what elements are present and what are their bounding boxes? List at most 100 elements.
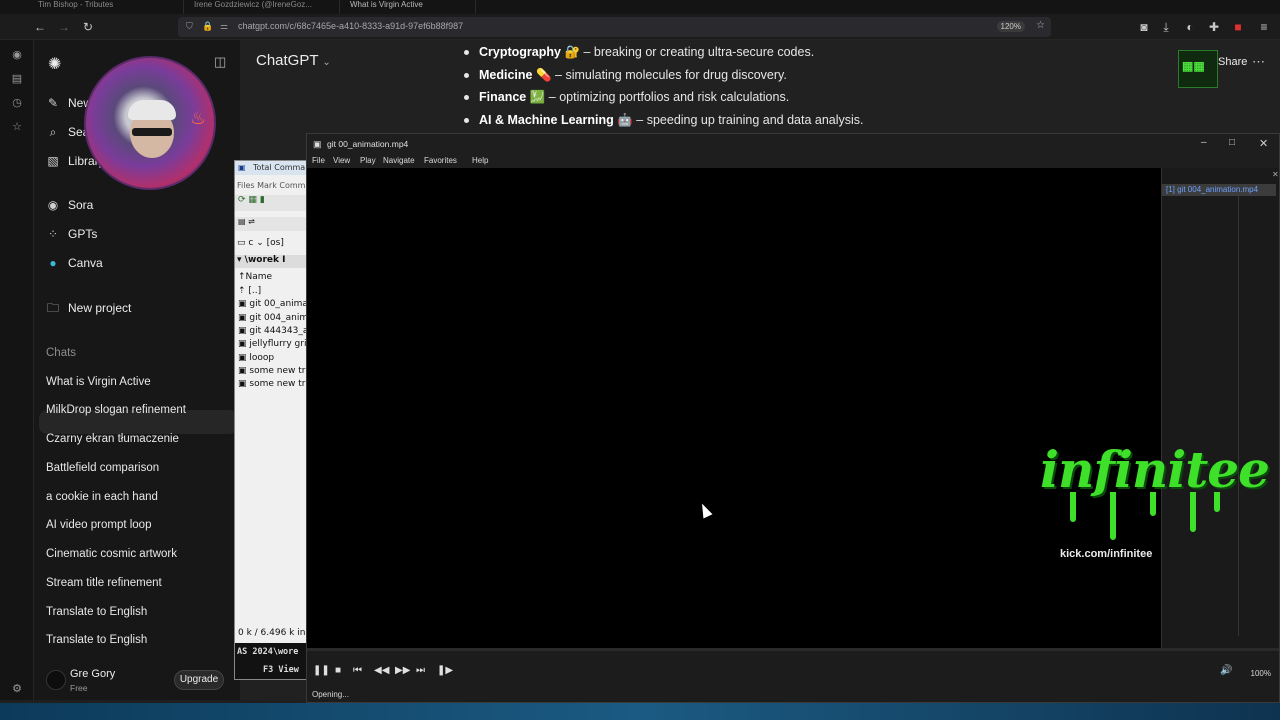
chat-item[interactable]: Czarny ekran tłumaczenie <box>46 433 179 445</box>
canva-icon: ● <box>49 256 57 270</box>
zip-icon[interactable]: ▮ <box>260 195 265 205</box>
tc-column-header[interactable]: ↑Name <box>238 272 272 282</box>
save-icon[interactable]: ▤ <box>10 72 24 86</box>
lock-icon[interactable]: 🔒 <box>202 21 213 32</box>
tc-path[interactable]: ▾ \worek I <box>235 255 307 268</box>
ftp-icon[interactable]: ⇌ <box>248 217 255 226</box>
tc-file-row[interactable]: ▣ jellyflurry gri <box>238 339 306 349</box>
minimize-icon[interactable]: – <box>1201 137 1207 148</box>
tc-menu-item[interactable]: Comm <box>279 181 305 190</box>
toggle-sidebar-icon[interactable]: ◫ <box>214 54 226 70</box>
rewind-icon[interactable]: ◀◀ <box>374 665 389 676</box>
tc-file-row[interactable]: ▣ some new tr <box>238 379 305 389</box>
volume-icon[interactable]: 🔊 <box>1220 665 1232 676</box>
view-icon[interactable]: ▦ <box>248 195 257 205</box>
shield-icon[interactable]: ⛉ <box>186 21 193 32</box>
nav-sora[interactable]: ◉ Sora <box>46 195 94 215</box>
browser-tab-active[interactable]: What is Virgin Active <box>346 0 476 14</box>
bookmark-icon[interactable]: ☆ <box>10 120 24 134</box>
gift-icon[interactable]: ■ <box>1230 19 1246 35</box>
back-icon[interactable]: ← <box>32 19 48 35</box>
refresh-icon[interactable]: ⟳ <box>238 195 246 205</box>
chat-item[interactable]: What is Virgin Active <box>46 376 151 388</box>
chat-item[interactable]: AI video prompt loop <box>46 519 151 531</box>
tc-menu-item[interactable]: Files <box>237 181 255 190</box>
tc-command-line[interactable]: AS 2024\wore <box>237 647 298 657</box>
menu-favorites[interactable]: Favorites <box>424 156 457 165</box>
browser-tab[interactable]: Tim Bishop - Tributes <box>34 0 184 14</box>
close-icon[interactable]: ✕ <box>1259 137 1268 150</box>
volume-level[interactable]: 100% <box>1251 669 1271 678</box>
tc-titlebar[interactable]: ▣ Total Commander <box>235 161 307 175</box>
bullet-dot <box>464 118 469 123</box>
player-titlebar[interactable]: ▣ git 00_animation.mp4 – □ ✕ <box>307 134 1279 154</box>
frame-step-icon[interactable]: ❚▶ <box>437 665 453 676</box>
video-surface[interactable] <box>307 168 1161 648</box>
bookmark-star-icon[interactable]: ☆ <box>1036 20 1045 31</box>
openai-logo-icon[interactable]: ✺ <box>48 54 61 74</box>
extension-icon[interactable]: ◉ <box>10 48 24 62</box>
player-app-icon: ▣ <box>313 139 322 149</box>
nav-new-project[interactable]: 🗀 New project <box>46 298 131 318</box>
chat-item[interactable]: Stream title refinement <box>46 577 162 589</box>
seek-bar[interactable] <box>307 648 1279 651</box>
bullet-dot <box>464 73 469 78</box>
fast-forward-icon[interactable]: ▶▶ <box>395 665 410 676</box>
avatar[interactable] <box>46 670 66 690</box>
site-settings-icon[interactable]: ⚌ <box>220 21 228 32</box>
menu-help[interactable]: Help <box>472 156 488 165</box>
history-icon[interactable]: ◷ <box>10 96 24 110</box>
address-bar[interactable]: ⛉ 🔒 ⚌ chatgpt.com/c/68c7465e-a410-8333-a… <box>178 17 1051 37</box>
menu-view[interactable]: View <box>333 156 350 165</box>
playlist-close-icon[interactable]: ✕ <box>1272 170 1279 179</box>
total-commander-window[interactable]: ▣ Total Commander Files Mark Comm ⟳ ▦ ▮ … <box>234 160 308 680</box>
extensions-icon[interactable]: ✚ <box>1206 19 1222 35</box>
url-text[interactable]: chatgpt.com/c/68c7465e-a410-8333-a91d-97… <box>238 21 463 31</box>
playlist-item[interactable]: [1] git 004_animation.mp4 <box>1162 184 1276 196</box>
tc-drive-select[interactable]: ▭ c ⌄ [os] <box>237 238 284 248</box>
upgrade-button[interactable]: Upgrade <box>174 670 224 690</box>
browser-tab[interactable]: Irene Gozdziewicz (@IreneGoz... <box>190 0 340 14</box>
menu-file[interactable]: File <box>312 156 325 165</box>
bullet-item: AI & Machine Learning 🤖 – speeding up tr… <box>479 113 864 127</box>
menu-play[interactable]: Play <box>360 156 376 165</box>
nav-gpts[interactable]: ⁘ GPTs <box>46 224 97 244</box>
tc-file-row[interactable]: ⇡ [..] <box>238 286 261 296</box>
chat-item[interactable]: Translate to English <box>46 634 147 646</box>
chat-item[interactable]: Battlefield comparison <box>46 462 159 474</box>
drive-icon[interactable]: ▤ <box>238 217 246 226</box>
account-icon[interactable]: ◐ <box>1182 19 1198 35</box>
video-player-window[interactable]: ▣ git 00_animation.mp4 – □ ✕ File View P… <box>306 133 1280 703</box>
previous-icon[interactable]: ⏮ <box>353 665 362 676</box>
camera-icon[interactable]: ◙ <box>1136 19 1152 35</box>
settings-icon[interactable]: ⚙ <box>10 682 24 696</box>
reload-icon[interactable]: ↻ <box>80 19 96 35</box>
zoom-badge[interactable]: 120% <box>996 21 1025 32</box>
stop-icon[interactable]: ■ <box>335 665 341 676</box>
model-selector[interactable]: ChatGPT ⌄ <box>256 52 331 69</box>
next-icon[interactable]: ⏭ <box>416 665 425 676</box>
tc-menu-item[interactable]: Mark <box>257 181 277 190</box>
library-icon: ▧ <box>47 154 59 168</box>
menu-navigate[interactable]: Navigate <box>383 156 415 165</box>
chat-item[interactable]: Cinematic cosmic artwork <box>46 548 177 560</box>
maximize-icon[interactable]: □ <box>1229 137 1235 148</box>
forward-icon[interactable]: → <box>56 19 72 35</box>
tc-f3-view-button[interactable]: F3 View <box>263 665 299 675</box>
logo-drip <box>1110 492 1116 540</box>
tc-file-row[interactable]: ▣ git 004_anim <box>238 313 307 323</box>
more-options-icon[interactable]: ⋯ <box>1252 54 1265 70</box>
chat-item[interactable]: a cookie in each hand <box>46 491 158 503</box>
tc-file-row[interactable]: ▣ looop <box>238 353 274 363</box>
share-button[interactable]: Share <box>1218 56 1247 68</box>
tc-file-row[interactable]: ▣ git 00_animat <box>238 299 307 309</box>
chat-item[interactable]: Translate to English <box>46 606 147 618</box>
tc-file-row[interactable]: ▣ git 444343_a <box>238 326 307 336</box>
download-icon[interactable]: ⤓ <box>1158 19 1174 35</box>
nav-canva[interactable]: ● Canva <box>46 253 102 273</box>
pause-icon[interactable]: ❚❚ <box>313 665 330 676</box>
user-name[interactable]: Gre Gory <box>70 668 115 680</box>
tc-file-row[interactable]: ▣ some new tr <box>238 366 305 376</box>
menu-icon[interactable]: ≡ <box>1256 19 1272 35</box>
chat-item[interactable]: MilkDrop slogan refinement <box>46 404 186 416</box>
